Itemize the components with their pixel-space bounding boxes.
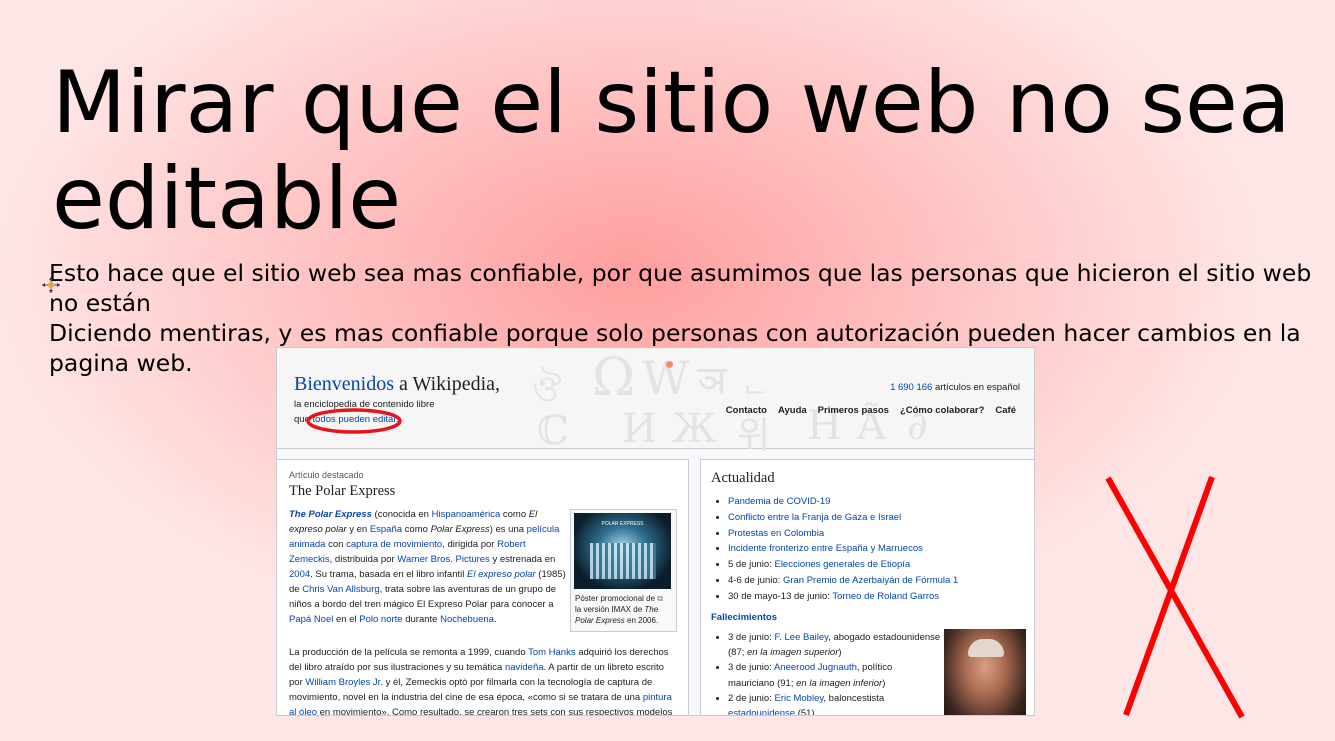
nav-ayuda[interactable]: Ayuda bbox=[778, 405, 807, 416]
red-highlight-ellipse bbox=[306, 408, 402, 434]
death-item: 3 de junio: F. Lee Bailey, abogado estad… bbox=[728, 630, 941, 660]
watermark-glyph: ᆫ bbox=[742, 365, 768, 398]
watermark-glyph: И bbox=[622, 406, 657, 452]
featured-article-panel: Artículo destacado The Polar Express The… bbox=[277, 459, 689, 716]
news-list-wrapper: Pandemia de COVID-19 Conflicto entre la … bbox=[713, 494, 1034, 605]
nav-contacto[interactable]: Contacto bbox=[726, 405, 767, 416]
news-item: 5 de junio: Elecciones generales de Etio… bbox=[728, 557, 1034, 573]
cursor-dot bbox=[666, 361, 673, 368]
enlarge-icon[interactable]: ⧉ bbox=[657, 594, 663, 603]
poster-thumbnail[interactable]: POLAR EXPRESS Póster promocional de ⧉ la … bbox=[570, 509, 677, 632]
wiki-welcome-title: Bienvenidos a Wikipedia, bbox=[294, 373, 500, 396]
nav-como-colaborar[interactable]: ¿Cómo colaborar? bbox=[900, 405, 984, 416]
deaths-list: 3 de junio: F. Lee Bailey, abogado estad… bbox=[713, 630, 941, 715]
news-list: Pandemia de COVID-19 Conflicto entre la … bbox=[713, 494, 1034, 605]
news-item: Incidente fronterizo entre España y Marr… bbox=[728, 541, 1034, 557]
body-paragraph-1: Esto hace que el sitio web sea mas confi… bbox=[49, 259, 1312, 317]
article-count-number[interactable]: 1 690 166 bbox=[890, 382, 932, 393]
polar-express-poster-image[interactable]: POLAR EXPRESS bbox=[574, 513, 671, 589]
poster-text: POLAR EXPRESS bbox=[601, 521, 644, 527]
featured-label: Artículo destacado bbox=[289, 470, 364, 480]
watermark-glyph: Ж bbox=[672, 406, 717, 452]
watermark-glyph: ℂ bbox=[537, 408, 569, 454]
wiki-header: ঔ Ω W ञ ᆫ ℂ И Ж 위 H Ã ∂ Bienvenidos a Wi… bbox=[277, 348, 1034, 456]
watermark-glyph: Ω bbox=[592, 348, 636, 408]
welcome-suffix: a Wikipedia, bbox=[394, 373, 501, 395]
deaths-list-wrapper: 3 de junio: F. Lee Bailey, abogado estad… bbox=[713, 630, 941, 715]
slide-title: Mirar que el sitio web no sea editable bbox=[52, 53, 1291, 249]
featured-article-text-2: La producción de la película se remonta … bbox=[289, 647, 673, 716]
person-photo[interactable] bbox=[944, 629, 1026, 715]
nav-primeros-pasos[interactable]: Primeros pasos bbox=[818, 405, 889, 416]
deaths-title[interactable]: Fallecimientos bbox=[711, 612, 777, 623]
poster-caption: Póster promocional de ⧉ la versión IMAX d… bbox=[575, 594, 663, 625]
wikipedia-screenshot: ঔ Ω W ञ ᆫ ℂ И Ж 위 H Ã ∂ Bienvenidos a Wi… bbox=[276, 347, 1035, 716]
death-item: 3 de junio: Aneerood Jugnauth, político … bbox=[728, 660, 941, 690]
news-title: Actualidad bbox=[711, 470, 775, 486]
news-item: Pandemia de COVID-19 bbox=[728, 494, 1034, 510]
featured-title: The Polar Express bbox=[289, 483, 396, 499]
wiki-nav: Contacto Ayuda Primeros pasos ¿Cómo cola… bbox=[726, 405, 1016, 416]
red-x-mark bbox=[1105, 475, 1245, 719]
news-item: Protestas en Colombia bbox=[728, 526, 1034, 542]
news-item: 30 de mayo-13 de junio: Torneo de Roland… bbox=[728, 589, 1034, 605]
watermark-glyph: W bbox=[642, 351, 690, 405]
watermark-glyph: ञ bbox=[697, 358, 727, 404]
news-item: Conflicto entre la Franja de Gaza e Isra… bbox=[728, 510, 1034, 526]
nav-cafe[interactable]: Café bbox=[995, 405, 1016, 416]
article-count: 1 690 166 artículos en español bbox=[890, 382, 1020, 393]
welcome-link[interactable]: Bienvenidos bbox=[294, 373, 394, 395]
move-handle-icon[interactable] bbox=[40, 276, 62, 294]
featured-article-text: The Polar Express (conocida en Hispanoam… bbox=[289, 509, 566, 625]
current-events-panel: Actualidad Pandemia de COVID-19 Conflict… bbox=[700, 459, 1034, 715]
news-item: 4-6 de junio: Gran Premio de Azerbaiyán … bbox=[728, 573, 1034, 589]
article-count-suffix: artículos en español bbox=[932, 382, 1020, 393]
death-item: 2 de junio: Eric Mobley, baloncestista e… bbox=[728, 691, 941, 715]
